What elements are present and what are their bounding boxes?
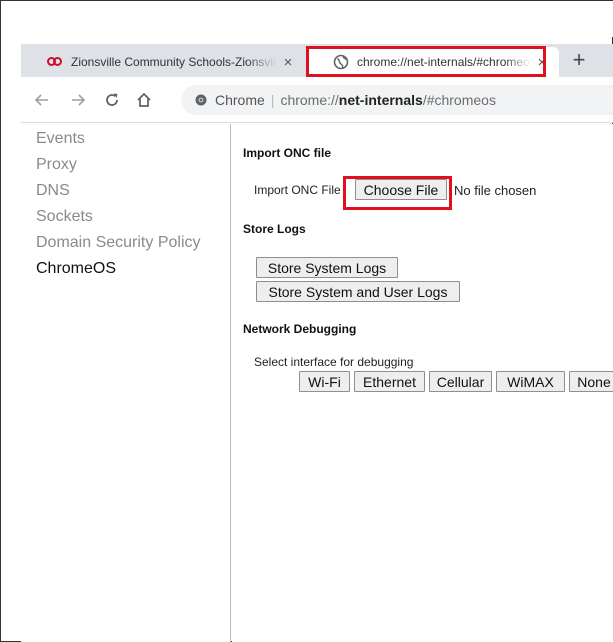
reload-icon[interactable] <box>99 87 125 113</box>
security-chip-label: Chrome <box>215 92 265 108</box>
address-bar[interactable]: Chrome | chrome://net-internals/#chromeo… <box>181 85 613 115</box>
debug-interface-label: Select interface for debugging <box>254 355 414 369</box>
url-host: net-internals <box>338 92 423 108</box>
home-icon[interactable] <box>131 87 157 113</box>
net-internals-sidebar: Events Proxy DNS Sockets Domain Security… <box>21 124 231 642</box>
sidebar-item-domain-security-policy[interactable]: Domain Security Policy <box>36 230 230 256</box>
new-tab-button[interactable]: + <box>566 47 592 73</box>
tab-title: Zionsville Community Schools-Zionsville … <box>71 55 277 69</box>
import-onc-label: Import ONC File <box>254 183 341 197</box>
tab-highlight-box <box>306 46 546 77</box>
zionsville-logo-icon <box>47 57 63 67</box>
import-onc-heading: Import ONC file <box>243 146 332 160</box>
file-status-text: No file chosen <box>454 183 537 198</box>
sidebar-item-dns[interactable]: DNS <box>36 178 230 204</box>
screenshot-frame: Zionsville Community Schools-Zionsville … <box>0 0 613 642</box>
tab-zionsville[interactable]: Zionsville Community Schools-Zionsville … <box>29 47 305 77</box>
interface-wifi-button[interactable]: Wi-Fi <box>299 371 350 392</box>
browser-toolbar: Chrome | chrome://net-internals/#chromeo… <box>21 77 613 123</box>
choose-file-highlight-box <box>343 176 452 210</box>
interface-wimax-button[interactable]: WiMAX <box>496 371 565 392</box>
chrome-icon <box>195 94 207 106</box>
forward-arrow-icon[interactable] <box>65 87 91 113</box>
store-system-user-logs-button[interactable]: Store System and User Logs <box>256 281 460 302</box>
store-logs-heading: Store Logs <box>243 222 306 236</box>
window-top-blank <box>1 1 613 37</box>
interface-cellular-button[interactable]: Cellular <box>429 371 492 392</box>
store-system-logs-button[interactable]: Store System Logs <box>256 257 398 278</box>
network-debugging-heading: Network Debugging <box>243 322 357 336</box>
url-scheme: chrome:// <box>280 92 339 108</box>
sidebar-item-chromeos[interactable]: ChromeOS <box>36 256 230 282</box>
tab-close-icon[interactable]: × <box>277 54 299 71</box>
sidebar-item-proxy[interactable]: Proxy <box>36 152 230 178</box>
interface-ethernet-button[interactable]: Ethernet <box>354 371 425 392</box>
interface-none-button[interactable]: None <box>569 371 613 392</box>
sidebar-item-events[interactable]: Events <box>36 126 230 152</box>
url-path: /#chromeos <box>422 92 496 108</box>
chip-separator: | <box>270 92 275 108</box>
back-arrow-icon[interactable] <box>29 87 55 113</box>
sidebar-item-sockets[interactable]: Sockets <box>36 204 230 230</box>
